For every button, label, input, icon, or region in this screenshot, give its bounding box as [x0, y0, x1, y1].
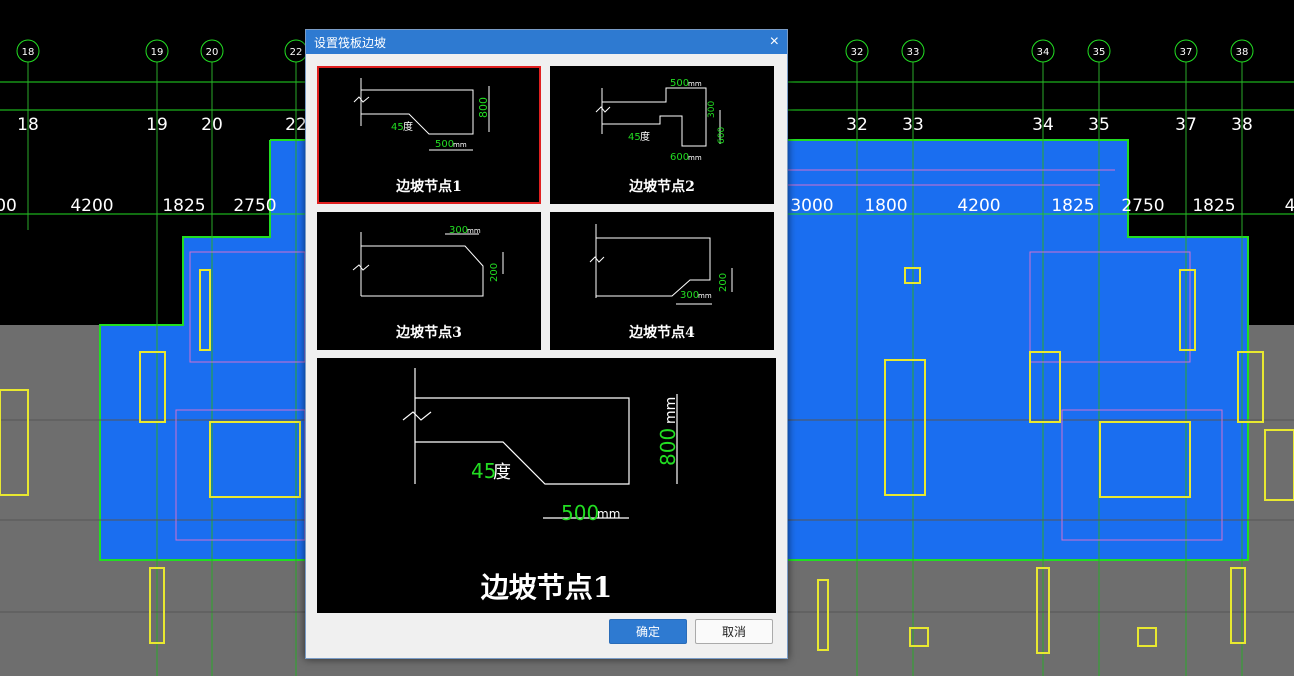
axis-bubble-label: 35	[1093, 47, 1106, 58]
axis-label: 34	[1032, 115, 1054, 135]
axis-bubble-label: 33	[907, 47, 920, 58]
preview-width-value: 500	[561, 501, 599, 525]
close-icon[interactable]: ×	[770, 34, 779, 50]
slope-node-4-option[interactable]: 300 mm 200 边坡节点4	[550, 212, 774, 350]
slope-node-4-label: 边坡节点4	[629, 325, 695, 341]
axis-bubble-label: 18	[22, 47, 35, 58]
node1-width-unit: mm	[453, 141, 467, 149]
preview-height-value: 800	[656, 428, 680, 466]
dimension-text: 3000	[790, 196, 833, 216]
node2-h1-value: 300	[707, 101, 717, 118]
node1-width-value: 500	[435, 139, 454, 150]
slope-node-2-label: 边坡节点2	[629, 179, 695, 195]
node4-height-value: 200	[718, 273, 729, 292]
node4-width-value: 300	[680, 290, 699, 301]
node3-height-value: 200	[489, 263, 500, 282]
axis-label: 20	[201, 115, 223, 135]
cancel-button[interactable]: 取消	[695, 619, 773, 644]
node2-h2-value: 600	[717, 127, 727, 144]
axis-bubble-label: 37	[1180, 47, 1193, 58]
axis-bubble-label: 20	[206, 47, 219, 58]
axis-label: 19	[146, 115, 168, 135]
axis-label: 33	[902, 115, 924, 135]
axis-label: 32	[846, 115, 868, 135]
axis-bubble-label: 32	[851, 47, 864, 58]
axis-bubble-label: 34	[1037, 47, 1050, 58]
axis-labels-right: 32 33 34 35 37 38	[846, 115, 1253, 135]
dimension-text: 1825	[1192, 196, 1235, 216]
axis-label: 38	[1231, 115, 1253, 135]
preview-width-unit: mm	[597, 507, 620, 521]
slope-node-3-option[interactable]: 300 mm 200 边坡节点3	[317, 212, 541, 350]
axis-label: 35	[1088, 115, 1110, 135]
node2-angle-value: 45	[628, 132, 641, 143]
dimension-text: 00	[0, 196, 17, 216]
node2-angle-unit: 度	[640, 130, 650, 143]
slope-node-preview: 800 mm 45 度 500 mm 边坡节点1	[317, 358, 776, 613]
node2-bottom-width-value: 600	[670, 152, 689, 163]
axis-label: 18	[17, 115, 39, 135]
dimension-text: 2750	[233, 196, 276, 216]
dimension-text: 1825	[162, 196, 205, 216]
node1-angle-value: 45	[391, 122, 404, 133]
dimension-text: 2750	[1121, 196, 1164, 216]
dimension-text: 4200	[70, 196, 113, 216]
node4-width-unit: mm	[698, 292, 712, 300]
node3-width-value: 300	[449, 225, 468, 236]
axis-bubbles-right: 32 33 34 35 37 38	[845, 39, 1254, 63]
axis-label: 22	[285, 115, 307, 135]
axis-label: 37	[1175, 115, 1197, 135]
confirm-button[interactable]: 确定	[609, 619, 687, 644]
slope-node-1-label: 边坡节点1	[396, 179, 462, 195]
node2-top-width-value: 500	[670, 78, 689, 89]
node1-angle-unit: 度	[403, 120, 413, 133]
preview-angle-unit: 度	[493, 462, 511, 483]
node3-width-unit: mm	[467, 227, 481, 235]
raft-slope-dialog: 设置筏板边坡 × 800 45 度 500 mm 边坡节点1 500 mm 45…	[305, 29, 788, 659]
preview-height-unit: mm	[663, 397, 679, 424]
slope-node-1-option[interactable]: 800 45 度 500 mm 边坡节点1	[317, 66, 541, 204]
preview-node-label: 边坡节点1	[480, 571, 613, 604]
node2-top-width-unit: mm	[688, 80, 702, 88]
node2-bottom-width-unit: mm	[688, 154, 702, 162]
dimension-text: 1800	[864, 196, 907, 216]
axis-bubble-label: 38	[1236, 47, 1249, 58]
dimension-text: 4200	[957, 196, 1000, 216]
dimension-text: 4	[1285, 196, 1294, 216]
dialog-titlebar[interactable]: 设置筏板边坡 ×	[306, 30, 787, 54]
axis-bubble-label: 22	[290, 47, 303, 58]
slope-node-3-label: 边坡节点3	[396, 325, 462, 341]
slope-node-2-option[interactable]: 500 mm 45 度 300 600 600 mm 边坡节点2	[550, 66, 774, 204]
dimension-text: 1825	[1051, 196, 1094, 216]
node1-height-value: 800	[477, 97, 490, 118]
dialog-title: 设置筏板边坡	[314, 35, 387, 50]
axis-bubble-label: 19	[151, 47, 164, 58]
